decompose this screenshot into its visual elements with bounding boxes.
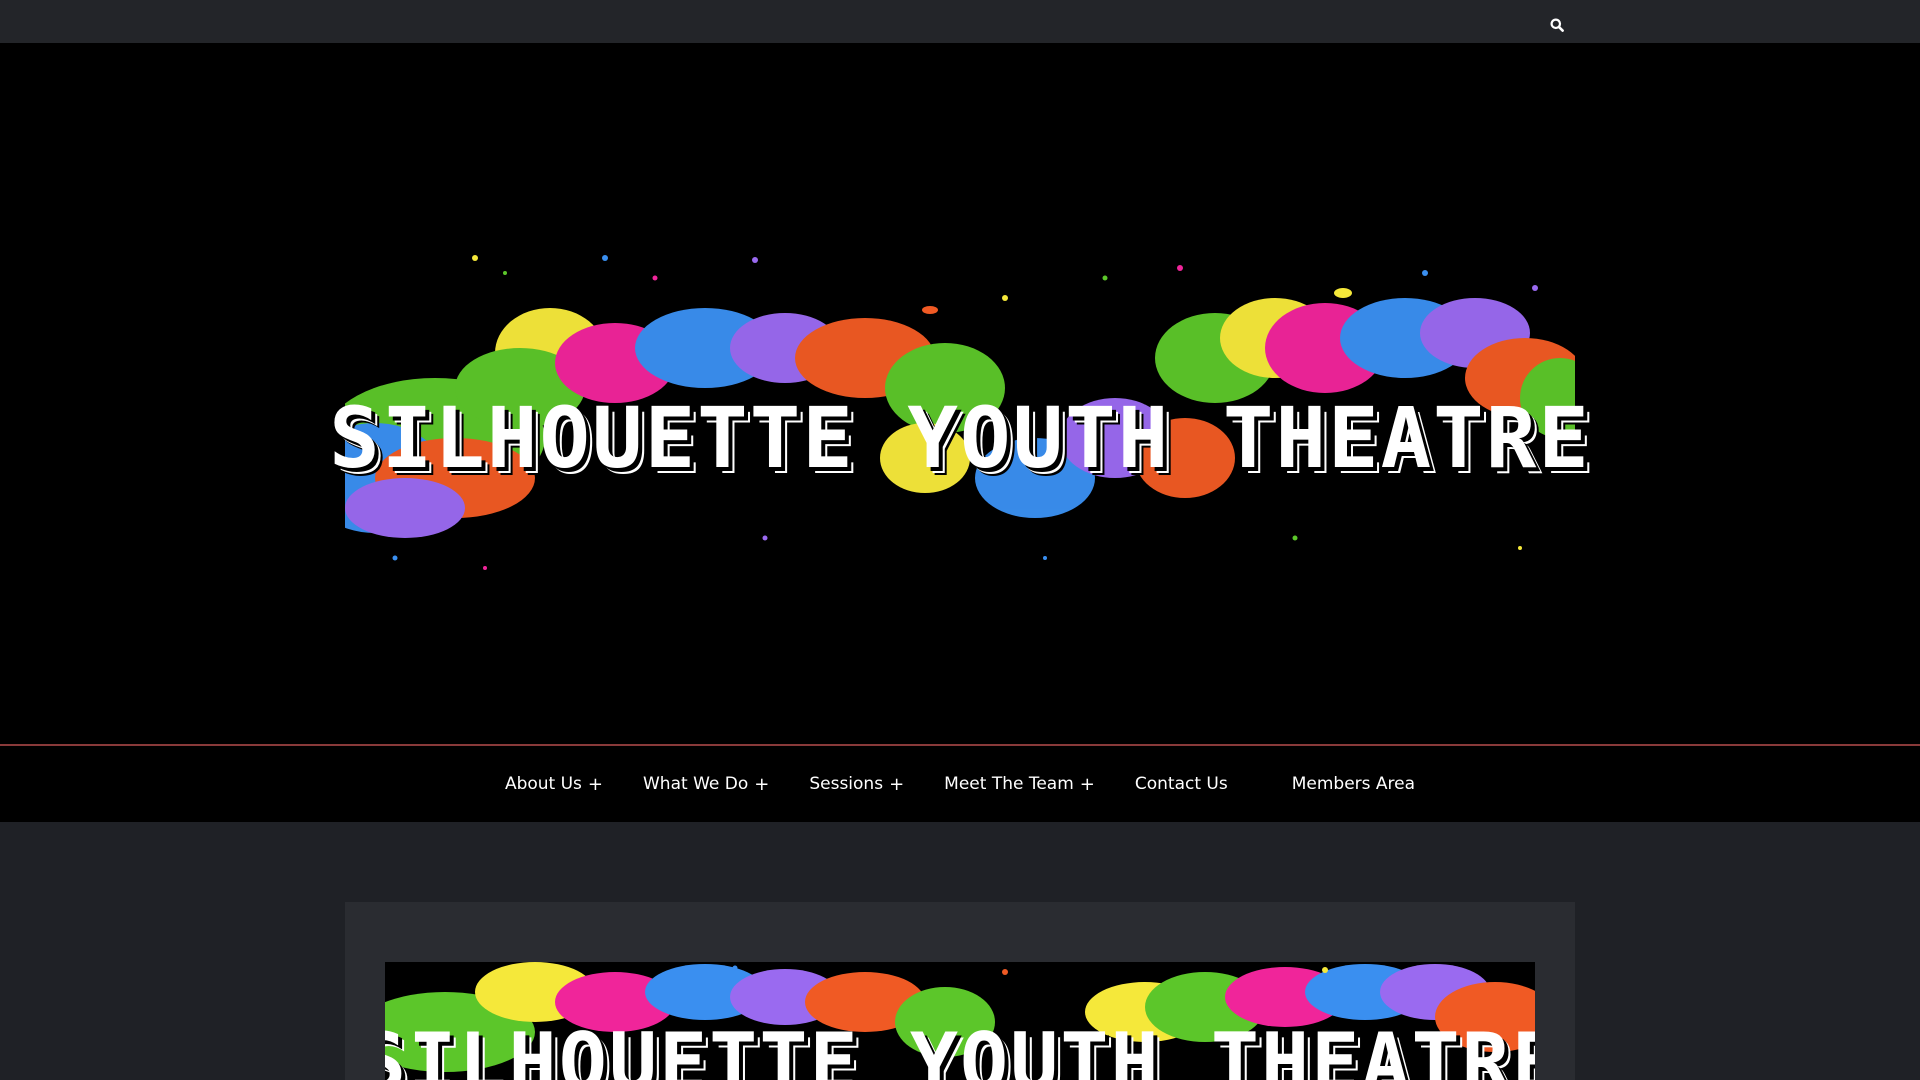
nav-item-label: Meet The Team — [944, 774, 1074, 794]
search-icon — [1550, 18, 1564, 32]
site-title: SILHOUETTE YOUTH THEATRE — [329, 389, 1591, 487]
nav-item-label: Members Area — [1291, 774, 1416, 794]
nav-item-about-us[interactable]: About Us + — [485, 774, 623, 795]
nav-item-label: Contact Us — [1134, 774, 1228, 794]
nav-item-meet-the-team[interactable]: Meet The Team + — [924, 774, 1115, 795]
content-banner-title: SILHOUETTE YOUTH THEATRE — [385, 1016, 1535, 1080]
submenu-plus-icon[interactable]: + — [754, 774, 769, 795]
nav-item-label: What We Do — [643, 774, 749, 794]
nav-item-contact-us[interactable]: Contact Us — [1115, 774, 1272, 794]
submenu-plus-icon[interactable]: + — [1080, 774, 1095, 795]
submenu-plus-icon[interactable]: + — [889, 774, 904, 795]
content-banner-image: SILHOUETTE YOUTH THEATRE — [385, 962, 1535, 1080]
nav-item-members-area[interactable]: Members Area — [1272, 774, 1435, 794]
nav-item-label: Sessions — [809, 774, 884, 794]
site-header: SILHOUETTE YOUTH THEATRE — [0, 43, 1920, 744]
content-card: SILHOUETTE YOUTH THEATRE — [345, 902, 1575, 1080]
top-bar — [0, 0, 1920, 43]
site-logo-banner[interactable]: SILHOUETTE YOUTH THEATRE — [305, 238, 1600, 598]
submenu-plus-icon[interactable]: + — [588, 774, 603, 795]
nav-item-what-we-do[interactable]: What We Do + — [623, 774, 789, 795]
search-button[interactable] — [1544, 12, 1570, 38]
nav-item-sessions[interactable]: Sessions + — [789, 774, 924, 795]
nav-item-label: About Us — [504, 774, 582, 794]
main-navigation: About Us + What We Do + Sessions + Meet … — [0, 746, 1920, 822]
